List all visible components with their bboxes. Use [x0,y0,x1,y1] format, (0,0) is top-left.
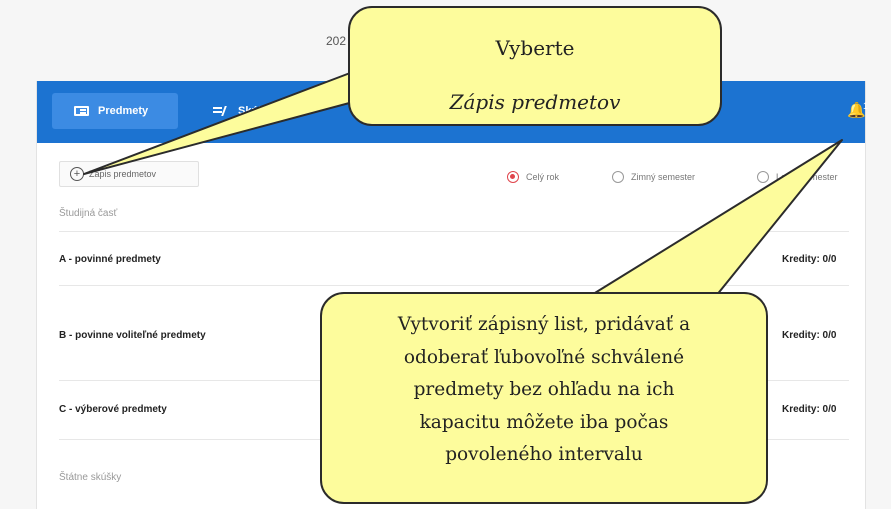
group-a-title[interactable]: A - povinné predmety [59,254,161,265]
callout-line: Zápis predmetov [449,90,621,114]
group-a-credits: Kredity: 0/0 [782,254,837,265]
group-c-title[interactable]: C - výberové predmety [59,404,167,415]
academic-year[interactable]: 202 [326,34,346,48]
section-state-exams: Štátne skúšky [59,472,122,483]
callout-line: Vyberte [495,36,575,60]
radio-label: Zimný semester [631,172,696,182]
tab-label: Predmety [98,105,149,117]
callout-enrollment-info: Vytvoriť zápisný list, pridávať a odober… [320,292,768,504]
group-b-title[interactable]: B - povinne voliteľné predmety [59,330,206,341]
radio-icon [612,171,624,183]
callout-line: kapacitu môžete iba počas [419,411,669,433]
radio-winter[interactable]: Zimný semester [612,171,695,183]
callout-line: povoleného intervalu [445,444,643,465]
group-c-credits: Kredity: 0/0 [782,404,837,415]
radio-label: Letný semester [776,172,838,182]
radio-full-year[interactable]: Celý rok [507,171,559,183]
divider [59,231,849,232]
group-b-credits: Kredity: 0/0 [782,330,837,341]
tab-skusky[interactable]: Skúšky [213,93,277,129]
divider [59,285,849,286]
document-icon [74,106,89,116]
tab-label: Skúšky [238,105,277,117]
callout-line: odoberať ľubovoľné schválené [403,346,685,368]
notification-count: 1 [863,101,869,111]
radio-summer[interactable]: Letný semester [757,171,838,183]
callout-select-enrollment: Vyberte Zápis predmetov [348,6,722,126]
radio-label: Celý rok [526,172,560,182]
plus-circle-icon: + [70,167,84,181]
enroll-button-label: Zápis predmetov [89,169,157,179]
radio-selected-icon [507,171,519,183]
radio-icon [757,171,769,183]
callout-line: predmety bez ohľadu na ich [413,379,675,400]
callout-line: Vytvoriť zápisný list, pridávať a [397,314,691,335]
sort-icon [213,106,229,116]
tab-predmety[interactable]: Predmety [52,93,178,129]
bell-icon[interactable]: 🔔 [847,103,866,118]
enroll-courses-button[interactable]: + Zápis predmetov [59,161,199,187]
section-study-part: Študijná časť [59,208,118,219]
